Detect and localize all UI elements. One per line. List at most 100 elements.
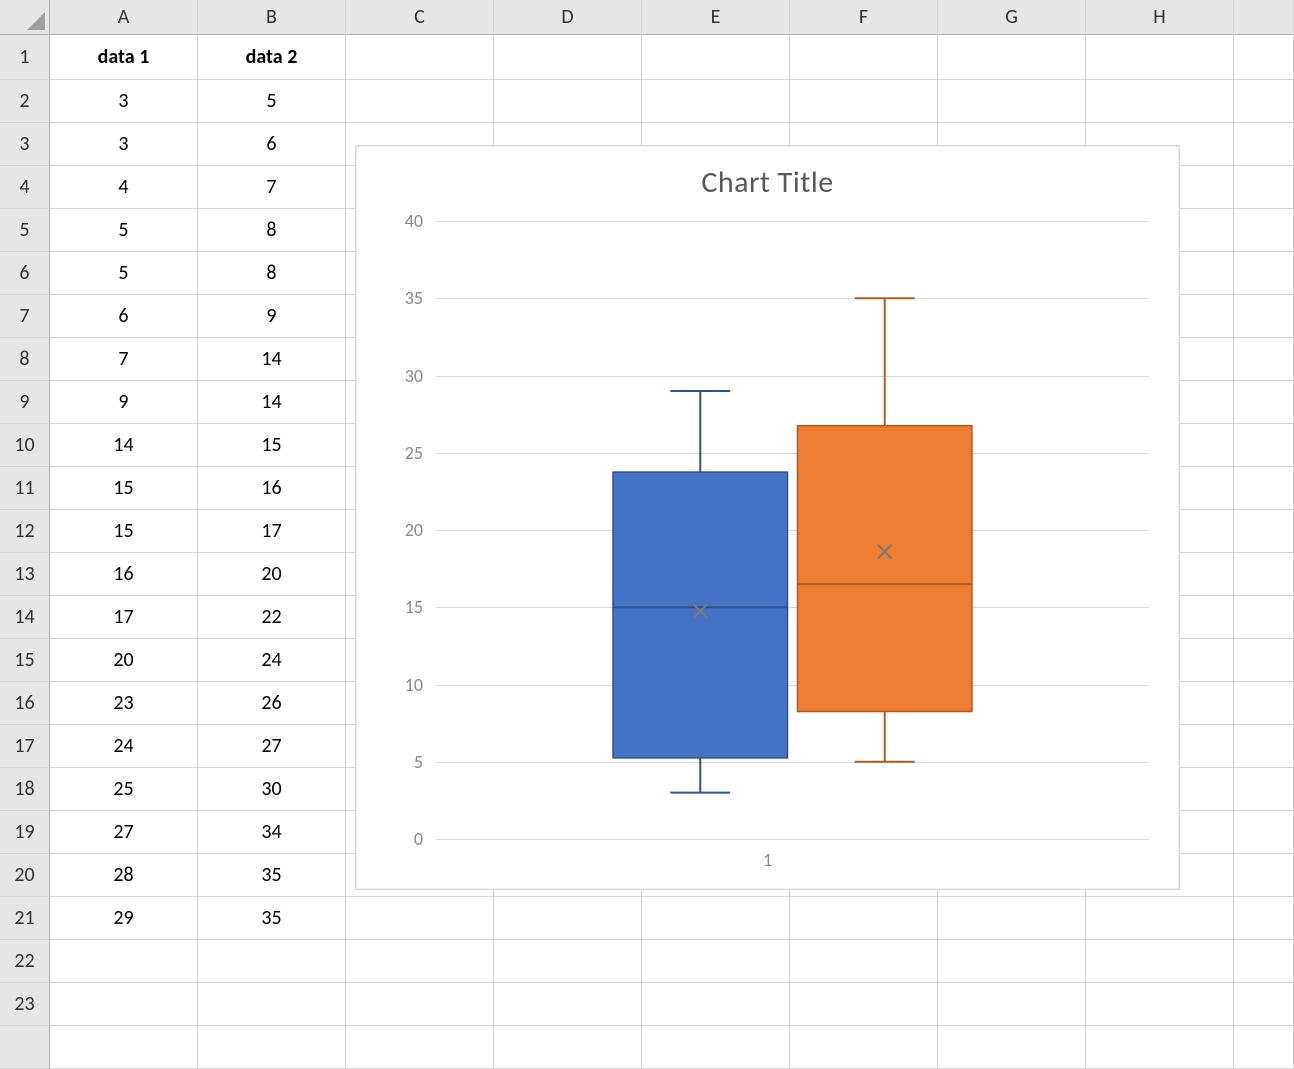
cell-B24[interactable] bbox=[198, 1026, 346, 1069]
cell-A16[interactable]: 23 bbox=[50, 682, 198, 725]
cell-C23[interactable] bbox=[346, 983, 494, 1026]
cell-F21[interactable] bbox=[790, 897, 938, 940]
cell-H2[interactable] bbox=[1086, 80, 1234, 123]
row-header-11[interactable]: 11 bbox=[0, 467, 50, 510]
cell-B21[interactable]: 35 bbox=[198, 897, 346, 940]
cell-C21[interactable] bbox=[346, 897, 494, 940]
column-header-f[interactable]: F bbox=[790, 0, 938, 35]
cell-G24[interactable] bbox=[938, 1026, 1086, 1069]
row-header-15[interactable]: 15 bbox=[0, 639, 50, 682]
cell-E22[interactable] bbox=[642, 940, 790, 983]
row-header-13[interactable]: 13 bbox=[0, 553, 50, 596]
cell-D24[interactable] bbox=[494, 1026, 642, 1069]
cell-D2[interactable] bbox=[494, 80, 642, 123]
cell-A13[interactable]: 16 bbox=[50, 553, 198, 596]
row-header-14[interactable]: 14 bbox=[0, 596, 50, 639]
cell-B4[interactable]: 7 bbox=[198, 166, 346, 209]
cell-A8[interactable]: 7 bbox=[50, 338, 198, 381]
cell-H23[interactable] bbox=[1086, 983, 1234, 1026]
cell-H22[interactable] bbox=[1086, 940, 1234, 983]
row-header-4[interactable]: 4 bbox=[0, 166, 50, 209]
cell-B6[interactable]: 8 bbox=[198, 252, 346, 295]
cell-E2[interactable] bbox=[642, 80, 790, 123]
column-header-d[interactable]: D bbox=[494, 0, 642, 35]
cell-A23[interactable] bbox=[50, 983, 198, 1026]
row-header-6[interactable]: 6 bbox=[0, 252, 50, 295]
cell-B22[interactable] bbox=[198, 940, 346, 983]
row-header-17[interactable]: 17 bbox=[0, 725, 50, 768]
cell-B15[interactable]: 24 bbox=[198, 639, 346, 682]
cell-A18[interactable]: 25 bbox=[50, 768, 198, 811]
cell-D21[interactable] bbox=[494, 897, 642, 940]
column-header-g[interactable]: G bbox=[938, 0, 1086, 35]
cell-C22[interactable] bbox=[346, 940, 494, 983]
cell-A6[interactable]: 5 bbox=[50, 252, 198, 295]
cell-F23[interactable] bbox=[790, 983, 938, 1026]
cell-B16[interactable]: 26 bbox=[198, 682, 346, 725]
row-header-21[interactable]: 21 bbox=[0, 897, 50, 940]
cell-F1[interactable] bbox=[790, 35, 938, 80]
select-all-corner[interactable] bbox=[0, 0, 50, 35]
chart-container[interactable]: Chart Title 0510152025303540 1 bbox=[355, 145, 1180, 890]
cell-C24[interactable] bbox=[346, 1026, 494, 1069]
cell-B10[interactable]: 15 bbox=[198, 424, 346, 467]
cell-E24[interactable] bbox=[642, 1026, 790, 1069]
cell-A24[interactable] bbox=[50, 1026, 198, 1069]
cell-H1[interactable] bbox=[1086, 35, 1234, 80]
row-header-24[interactable] bbox=[0, 1026, 50, 1069]
cell-G1[interactable] bbox=[938, 35, 1086, 80]
cell-B11[interactable]: 16 bbox=[198, 467, 346, 510]
cell-B20[interactable]: 35 bbox=[198, 854, 346, 897]
row-header-10[interactable]: 10 bbox=[0, 424, 50, 467]
cell-A20[interactable]: 28 bbox=[50, 854, 198, 897]
cell-A5[interactable]: 5 bbox=[50, 209, 198, 252]
cell-A2[interactable]: 3 bbox=[50, 80, 198, 123]
cell-B3[interactable]: 6 bbox=[198, 123, 346, 166]
cell-E1[interactable] bbox=[642, 35, 790, 80]
cell-A14[interactable]: 17 bbox=[50, 596, 198, 639]
cell-B17[interactable]: 27 bbox=[198, 725, 346, 768]
column-header-b[interactable]: B bbox=[198, 0, 346, 35]
cell-A9[interactable]: 9 bbox=[50, 381, 198, 424]
cell-B8[interactable]: 14 bbox=[198, 338, 346, 381]
cell-A21[interactable]: 29 bbox=[50, 897, 198, 940]
cell-A10[interactable]: 14 bbox=[50, 424, 198, 467]
cell-H21[interactable] bbox=[1086, 897, 1234, 940]
row-header-19[interactable]: 19 bbox=[0, 811, 50, 854]
row-header-18[interactable]: 18 bbox=[0, 768, 50, 811]
row-header-16[interactable]: 16 bbox=[0, 682, 50, 725]
row-header-8[interactable]: 8 bbox=[0, 338, 50, 381]
row-header-5[interactable]: 5 bbox=[0, 209, 50, 252]
row-header-22[interactable]: 22 bbox=[0, 940, 50, 983]
cell-C2[interactable] bbox=[346, 80, 494, 123]
cell-C1[interactable] bbox=[346, 35, 494, 80]
cell-A12[interactable]: 15 bbox=[50, 510, 198, 553]
cell-B19[interactable]: 34 bbox=[198, 811, 346, 854]
row-header-9[interactable]: 9 bbox=[0, 381, 50, 424]
cell-D23[interactable] bbox=[494, 983, 642, 1026]
cell-A22[interactable] bbox=[50, 940, 198, 983]
cell-G2[interactable] bbox=[938, 80, 1086, 123]
cell-F2[interactable] bbox=[790, 80, 938, 123]
cell-B7[interactable]: 9 bbox=[198, 295, 346, 338]
cell-D1[interactable] bbox=[494, 35, 642, 80]
cell-B23[interactable] bbox=[198, 983, 346, 1026]
cell-G23[interactable] bbox=[938, 983, 1086, 1026]
cell-H24[interactable] bbox=[1086, 1026, 1234, 1069]
cell-A1[interactable]: data 1 bbox=[50, 35, 198, 80]
cell-E23[interactable] bbox=[642, 983, 790, 1026]
cell-E21[interactable] bbox=[642, 897, 790, 940]
row-header-7[interactable]: 7 bbox=[0, 295, 50, 338]
cell-F22[interactable] bbox=[790, 940, 938, 983]
cell-B5[interactable]: 8 bbox=[198, 209, 346, 252]
cell-B14[interactable]: 22 bbox=[198, 596, 346, 639]
cell-A19[interactable]: 27 bbox=[50, 811, 198, 854]
cell-A17[interactable]: 24 bbox=[50, 725, 198, 768]
column-header-e[interactable]: E bbox=[642, 0, 790, 35]
cell-G22[interactable] bbox=[938, 940, 1086, 983]
row-header-20[interactable]: 20 bbox=[0, 854, 50, 897]
cell-G21[interactable] bbox=[938, 897, 1086, 940]
row-header-23[interactable]: 23 bbox=[0, 983, 50, 1026]
column-header-c[interactable]: C bbox=[346, 0, 494, 35]
cell-F24[interactable] bbox=[790, 1026, 938, 1069]
